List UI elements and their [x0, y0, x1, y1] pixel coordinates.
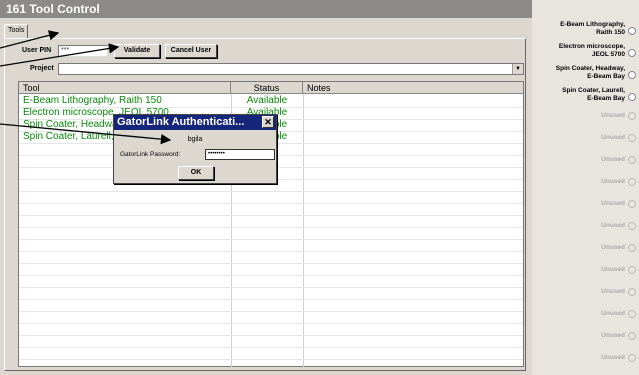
arrow-to-validate [0, 43, 120, 67]
annotation-arrows [0, 30, 172, 145]
arrow-to-dialog [0, 123, 172, 145]
arrow-to-pin [0, 30, 60, 49]
